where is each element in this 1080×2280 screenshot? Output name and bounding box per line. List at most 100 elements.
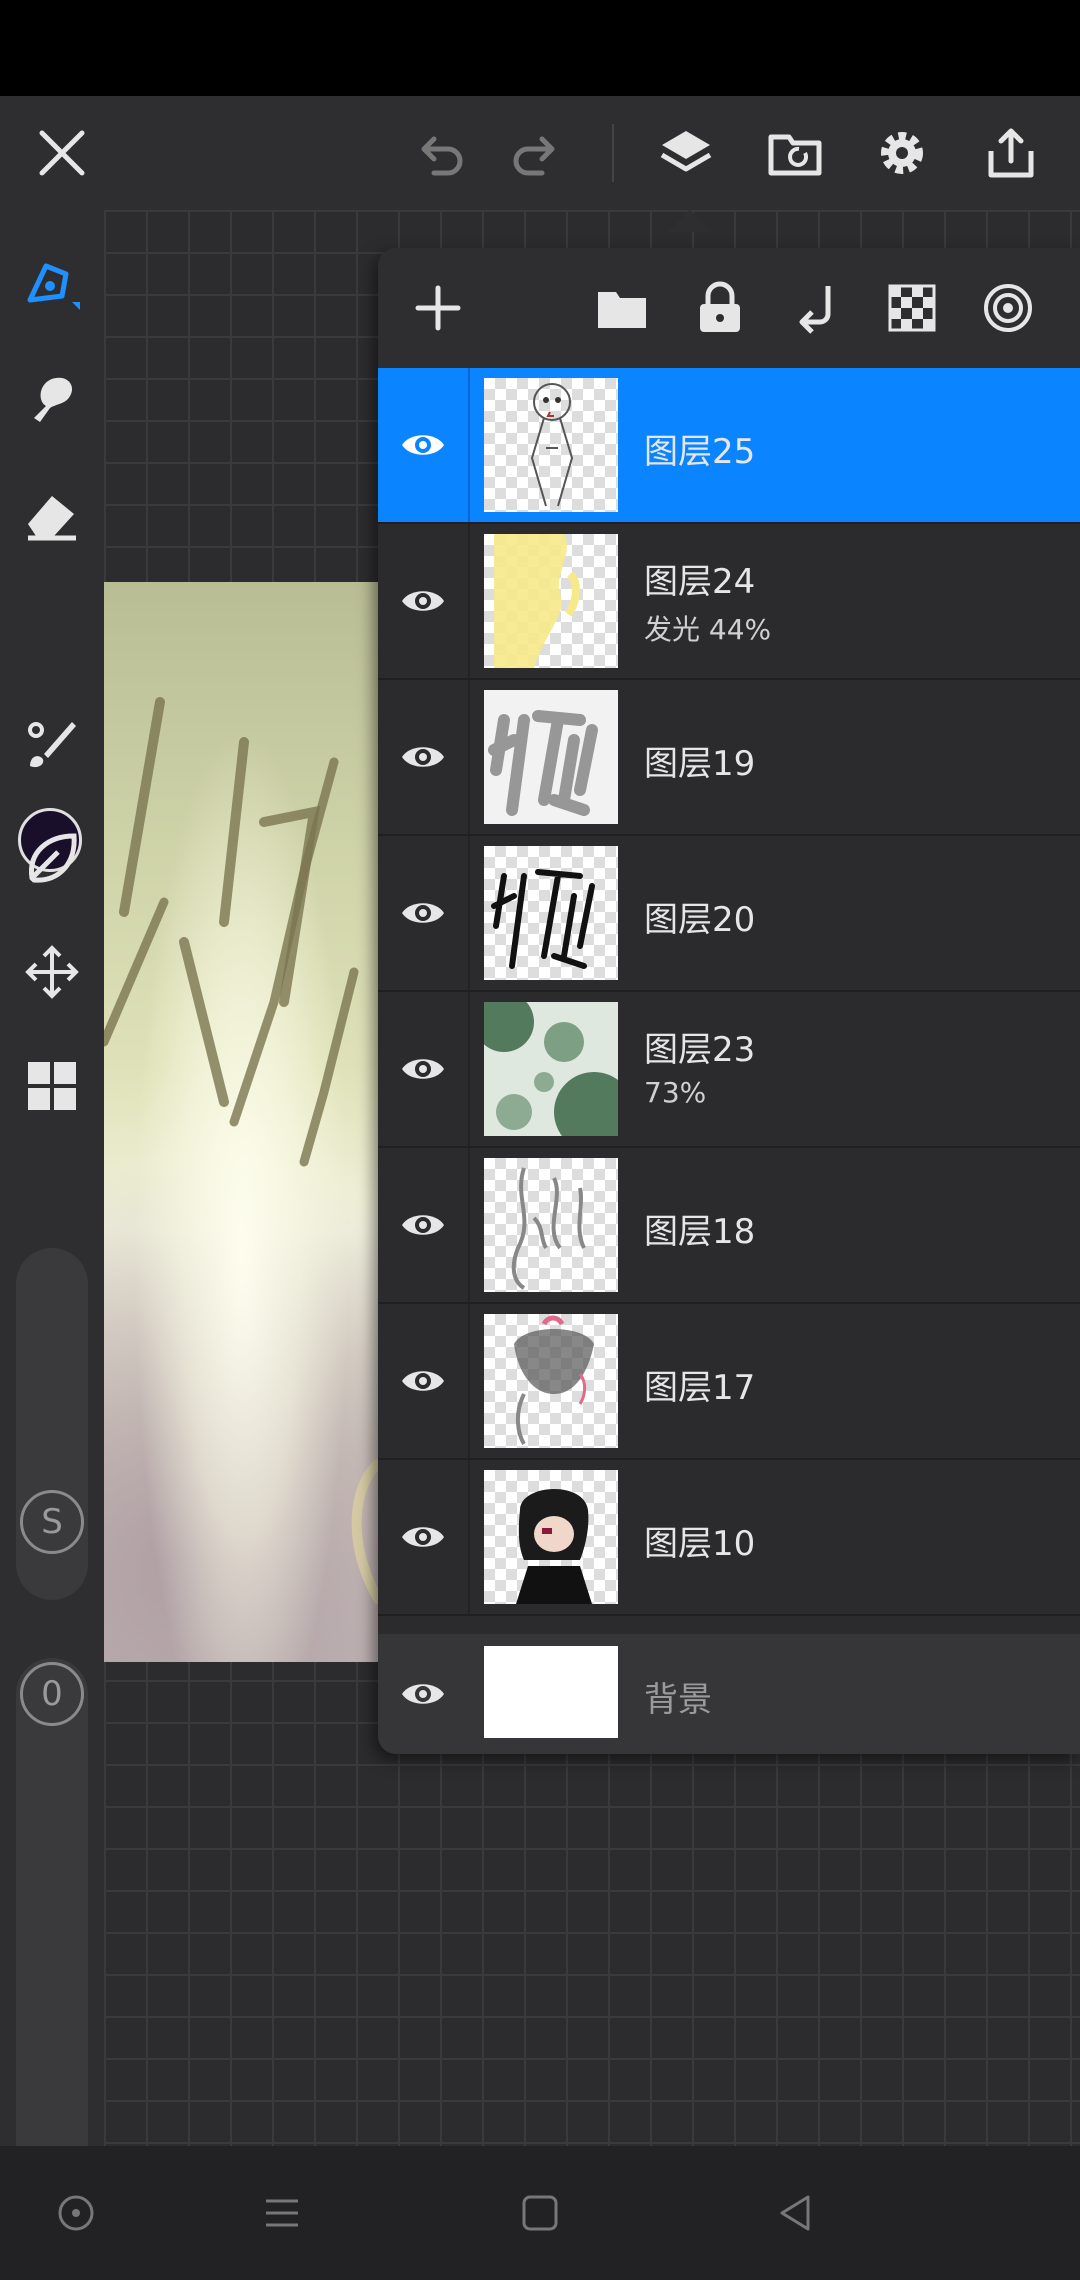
import-button[interactable] [745,96,845,210]
grid-icon [28,1062,76,1110]
eye-icon [402,1371,444,1391]
layer-thumbnail [484,378,618,512]
eye-icon [402,747,444,767]
visibility-toggle[interactable] [378,1304,470,1458]
layers-icon [660,131,712,172]
layer-row[interactable]: 图层18 [378,1148,1080,1304]
layer-row[interactable]: 图层24 发光 44% [378,524,1080,680]
visibility-toggle[interactable] [378,680,470,834]
folder-button[interactable] [582,268,662,348]
grid-tool-button[interactable] [12,1046,92,1126]
visibility-toggle[interactable] [378,836,470,990]
pen-tool-button[interactable] [12,246,92,326]
layer-name: 图层20 [644,900,756,940]
leaf-tool-button[interactable] [12,818,92,898]
assistant-button[interactable] [16,2146,136,2280]
layer-thumbnail [484,1158,618,1292]
lock-button[interactable] [680,268,760,348]
layer-thumbnail [484,1470,618,1604]
back-button[interactable] [736,2146,856,2280]
system-navbar [0,2146,1080,2280]
circle-icon [58,2195,94,2231]
close-icon [39,130,85,176]
layer-thumbnail [484,846,618,980]
eye-icon [402,1527,444,1547]
lock-icon [700,281,740,332]
layer-name: 图层19 [644,744,756,784]
visibility-toggle[interactable] [378,368,470,522]
share-icon [988,128,1034,178]
status-bar [0,0,1080,96]
layer-row[interactable]: 图层19 [378,680,1080,836]
visibility-toggle[interactable] [378,1148,470,1302]
layers-button[interactable] [636,96,736,210]
transform-tool-button[interactable] [12,932,92,1012]
layer-thumbnail [484,534,618,668]
brush-settings-icon [28,722,76,768]
gear-icon [881,132,923,174]
eraser-tool-button[interactable] [12,474,92,554]
leaf-icon [29,833,77,883]
layer-opacity-info: 73% [644,1076,707,1109]
layer-row[interactable]: 图层10 [378,1460,1080,1616]
background-layer-row[interactable]: 背景 [378,1634,1080,1754]
opacity-label: 0 [41,1674,63,1714]
undo-icon [421,136,463,176]
share-button[interactable] [961,96,1061,210]
opacity-slider-knob[interactable]: 0 [20,1662,84,1726]
layer-row[interactable]: 图层25 [378,368,1080,524]
add-layer-button[interactable] [398,268,478,348]
folder-icon [598,292,646,328]
layer-row[interactable]: 图层17 [378,1304,1080,1460]
undo-button[interactable] [390,96,490,210]
layer-name: 图层18 [644,1212,756,1252]
visibility-toggle[interactable] [378,524,470,678]
layer-thumbnail [484,1002,618,1136]
layers-panel-toolbar [378,248,1080,368]
tool-sidebar: S 0 [0,210,104,2218]
size-slider-knob[interactable]: S [20,1490,84,1554]
eraser-icon [28,496,76,541]
brush-settings-button[interactable] [12,704,92,784]
eye-icon [402,1215,444,1235]
eye-icon [402,591,444,611]
merge-down-button[interactable] [776,268,856,348]
transparency-icon [888,284,936,332]
redo-button[interactable] [486,96,586,210]
eye-icon [402,903,444,923]
home-button[interactable] [480,2146,600,2280]
smudge-tool-button[interactable] [12,358,92,438]
visibility-toggle[interactable] [378,992,470,1146]
layer-thumbnail [484,1314,618,1448]
toolbar-divider [612,124,614,182]
layers-panel: 图层25 图层24 发光 44% 图层19 图层20 图层23 73% 图层18… [378,248,1080,1754]
pen-icon [27,263,80,310]
top-toolbar [0,96,1080,210]
visibility-toggle[interactable] [378,1634,468,1754]
layer-row[interactable]: 图层23 73% [378,992,1080,1148]
merge-down-icon [799,286,831,334]
layer-name: 图层23 [644,1030,756,1070]
import-icon [768,134,822,176]
add-layer-icon [415,285,461,331]
target-button[interactable] [968,268,1048,348]
layer-name: 图层25 [644,432,756,472]
close-button[interactable] [12,96,112,210]
layer-thumbnail [484,690,618,824]
layer-name: 图层24 [644,562,756,602]
back-icon [780,2195,810,2231]
menu-button[interactable] [222,2146,342,2280]
size-label: S [41,1502,63,1542]
artwork-canvas[interactable] [104,582,380,1662]
eye-icon [402,435,444,455]
redo-icon [513,136,555,176]
layer-name: 图层10 [644,1524,756,1564]
layers-panel-caret [668,210,712,232]
settings-button[interactable] [852,96,952,210]
target-icon [984,284,1032,332]
eye-icon [402,1059,444,1079]
opacity-slider[interactable] [16,1658,88,2218]
visibility-toggle[interactable] [378,1460,470,1614]
layer-row[interactable]: 图层20 [378,836,1080,992]
transparency-button[interactable] [872,268,952,348]
